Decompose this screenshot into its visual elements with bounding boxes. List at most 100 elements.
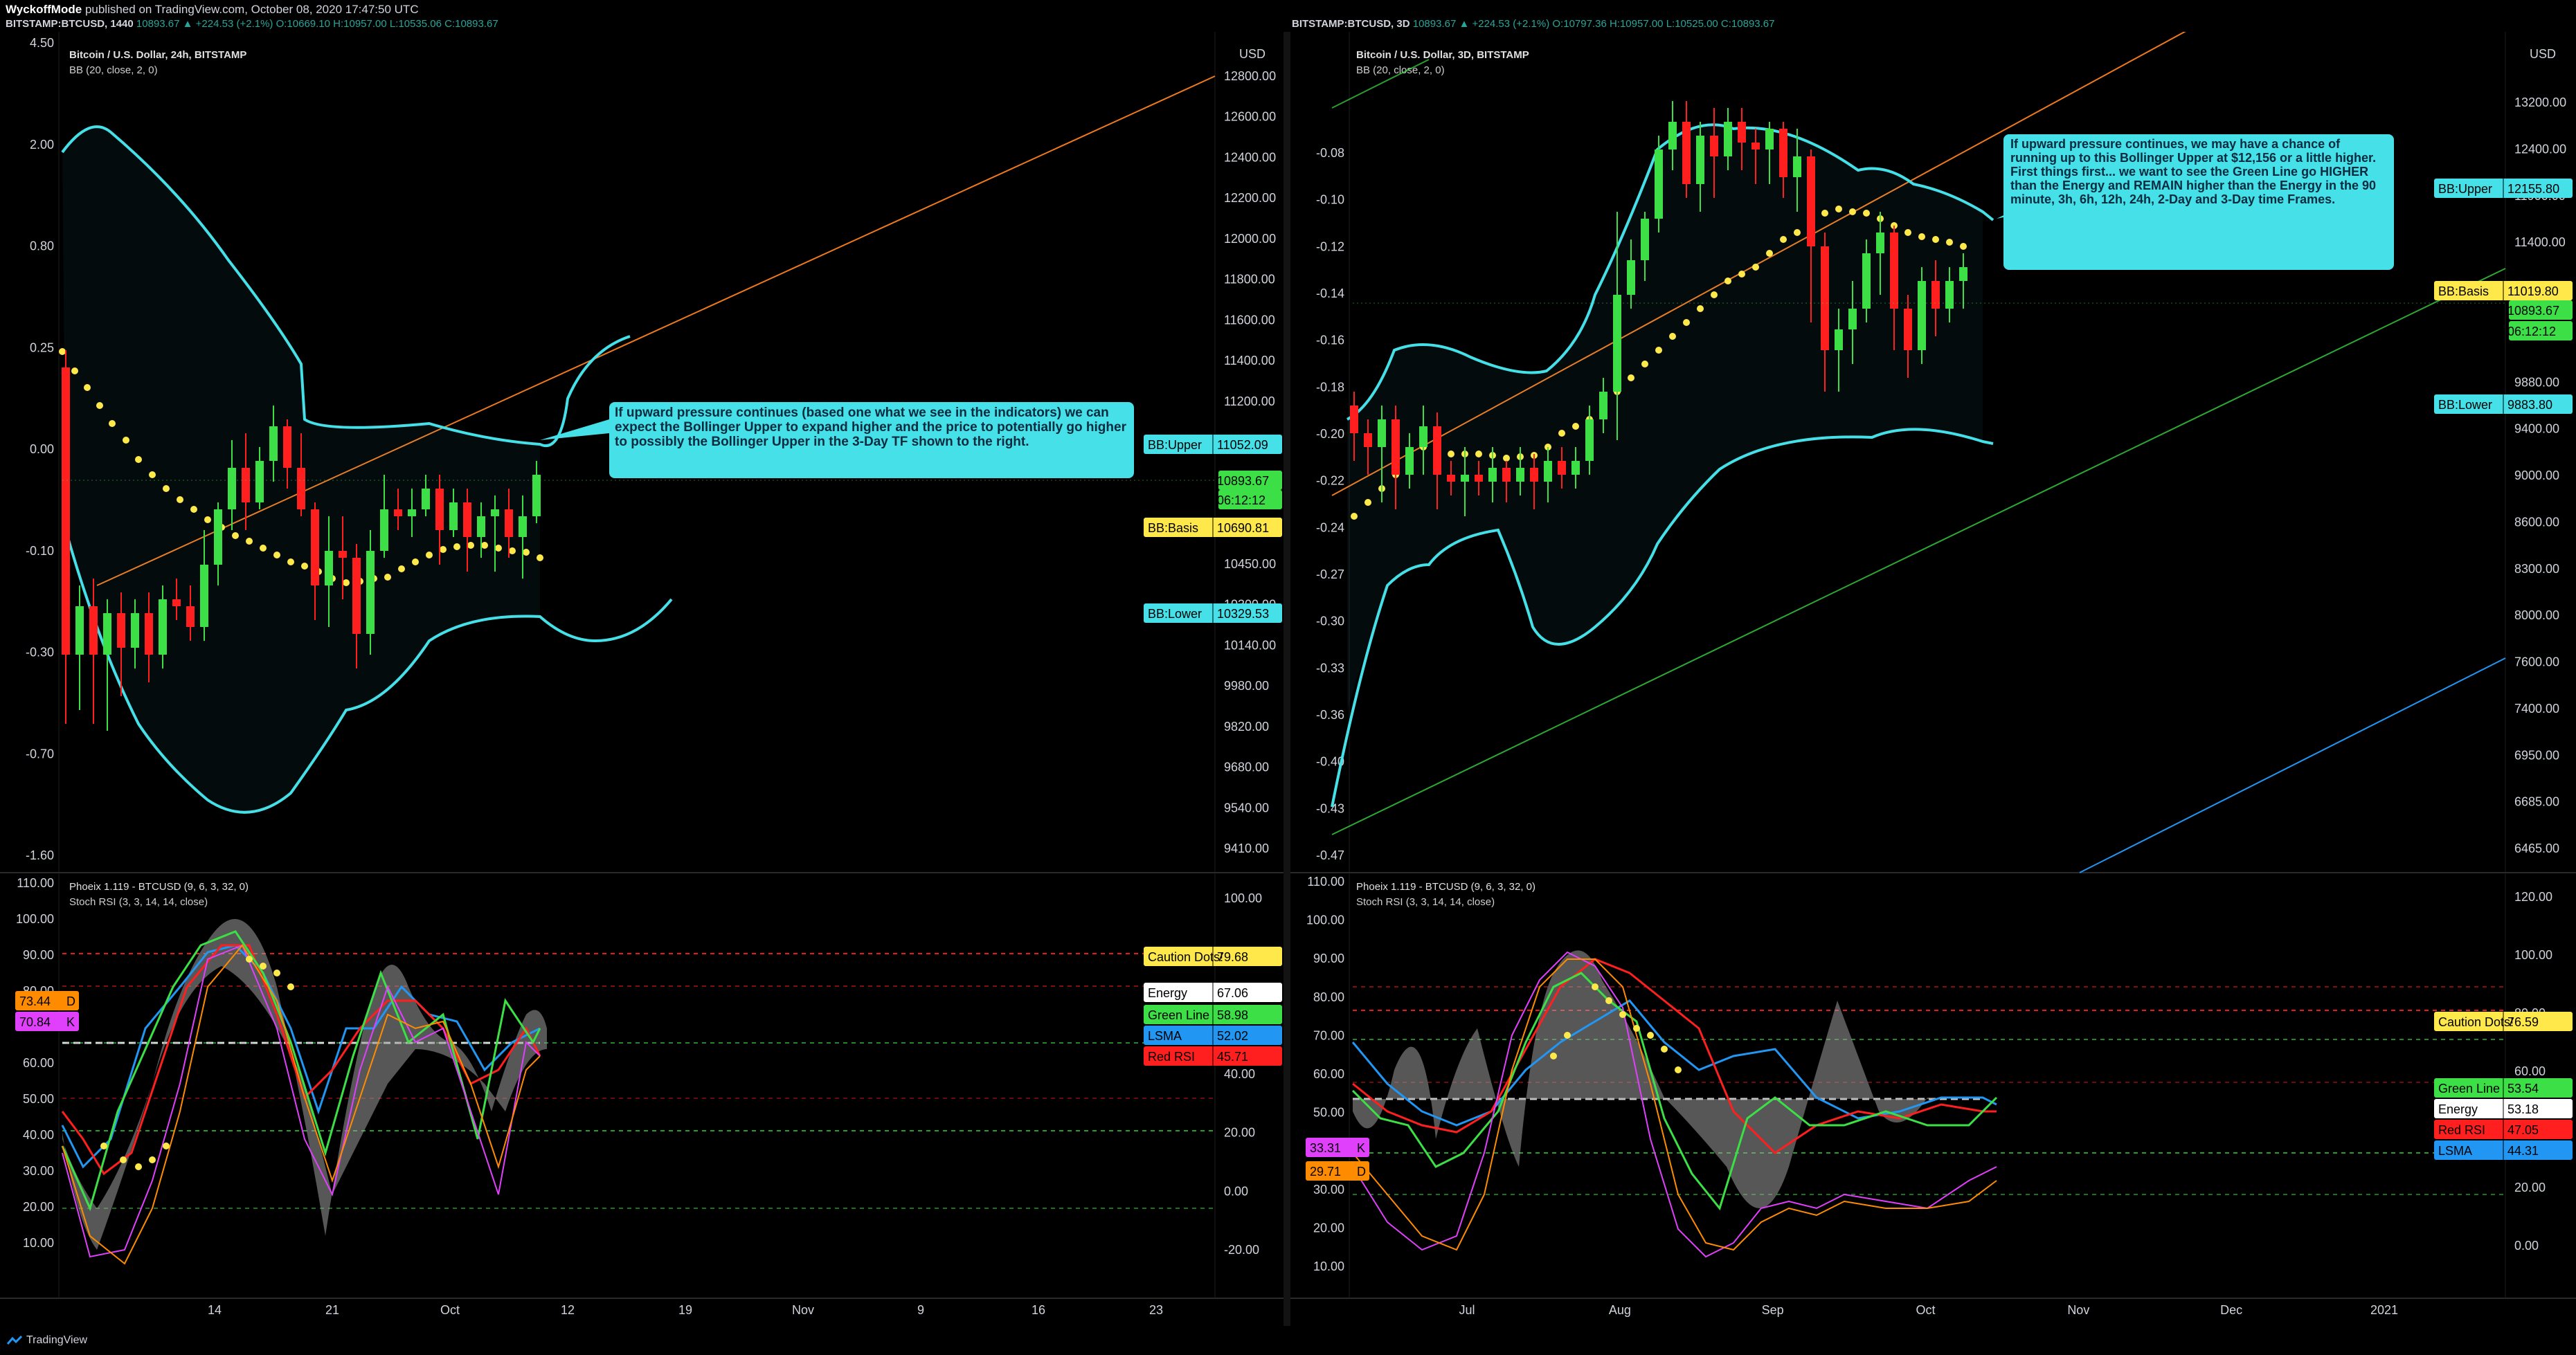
dk-letter: K bbox=[1357, 1141, 1365, 1155]
price-tick: 11400.00 bbox=[1224, 354, 1275, 367]
time-tick: Nov bbox=[2067, 1303, 2089, 1317]
candle[interactable] bbox=[75, 585, 84, 710]
ind-tick: 0.00 bbox=[2514, 1239, 2539, 1253]
basis-dot bbox=[1628, 374, 1634, 381]
left-symbol[interactable]: BITSTAMP:BTCUSD, 1440 bbox=[6, 18, 134, 30]
left-axis-tick: -0.20 bbox=[1316, 427, 1344, 441]
left-chart-panel[interactable]: Bitcoin / U.S. Dollar, 24h, BITSTAMP BB … bbox=[0, 32, 1284, 1326]
basis-dot bbox=[453, 543, 460, 550]
ind-tick: 110.00 bbox=[1307, 875, 1344, 889]
tradingview-brand[interactable]: TradingView bbox=[7, 1334, 87, 1347]
candle[interactable] bbox=[1918, 267, 1926, 364]
tag-value: 53.54 bbox=[2507, 1082, 2539, 1095]
right-energy-area bbox=[1353, 950, 1941, 1208]
price-tick: 12400.00 bbox=[2514, 142, 2566, 156]
right-leftaxis: -0.08 -0.10 -0.12 -0.14 -0.16 -0.18 -0.20 -0.22… bbox=[1316, 146, 1344, 862]
price-tick: 9880.00 bbox=[2514, 375, 2559, 389]
tag-label: BB:Lower bbox=[1148, 607, 1202, 621]
time-tick: 23 bbox=[1149, 1303, 1163, 1317]
basis-dot bbox=[1448, 451, 1454, 457]
right-ind-title[interactable]: Phoeix 1.119 - BTCUSD (9, 6, 3, 32, 0) bbox=[1356, 881, 1535, 893]
left-bb-legend[interactable]: BB (20, close, 2, 0) bbox=[69, 64, 158, 76]
tradingview-logo-icon bbox=[7, 1336, 22, 1345]
ind-tick: 0.00 bbox=[1224, 1184, 1248, 1198]
right-time-axis[interactable]: Jul Aug Sep Oct Nov Dec 2021 bbox=[1459, 1303, 2398, 1317]
right-annotation[interactable]: If upward pressure continues, we may hav… bbox=[2003, 134, 2394, 270]
basis-dot bbox=[1592, 983, 1598, 990]
time-tick: Oct bbox=[1916, 1303, 1935, 1317]
candle[interactable] bbox=[1655, 136, 1663, 233]
basis-dot bbox=[1780, 236, 1787, 243]
right-chart-panel[interactable]: Bitcoin / U.S. Dollar, 3D, BITSTAMP BB (… bbox=[1290, 32, 2576, 1326]
left-ind-title[interactable]: Phoeix 1.119 - BTCUSD (9, 6, 3, 32, 0) bbox=[69, 881, 249, 893]
left-axis-tick: -0.10 bbox=[1316, 193, 1344, 207]
basis-dot bbox=[1863, 210, 1870, 217]
left-price-axis[interactable]: 12800.00 12600.00 12400.00 12200.00 12000.00… bbox=[1224, 69, 1276, 855]
right-stoch-label[interactable]: Stoch RSI (3, 3, 14, 14, close) bbox=[1356, 896, 1495, 908]
left-annotation[interactable]: If upward pressure continues (based one … bbox=[609, 402, 1134, 478]
brand-text: TradingView bbox=[26, 1334, 88, 1346]
dk-letter: D bbox=[66, 994, 75, 1008]
basis-dot bbox=[59, 348, 66, 355]
basis-dot bbox=[287, 558, 294, 565]
left-axis-tick: -0.24 bbox=[1316, 520, 1344, 534]
dk-tag: 33.31 K bbox=[1306, 1138, 1369, 1157]
basis-dot bbox=[1655, 347, 1662, 354]
ind-tick: 20.00 bbox=[1313, 1221, 1344, 1235]
price-tick: 12200.00 bbox=[1224, 191, 1276, 205]
basis-dot bbox=[1633, 1025, 1640, 1032]
basis-dot bbox=[232, 532, 239, 539]
right-red-rsi-line bbox=[1352, 958, 1997, 1154]
time-tick: 9 bbox=[917, 1303, 924, 1317]
left-axis-tick: -0.27 bbox=[1316, 567, 1344, 581]
left-axis-tick: 0.80 bbox=[30, 239, 54, 253]
right-trendline-blue[interactable] bbox=[2079, 657, 2506, 873]
right-ind-left-axis: 110.00100.0090.0080.0070.0060.0050.0040.… bbox=[1306, 875, 1344, 1273]
tag-value: 52.02 bbox=[1217, 1029, 1248, 1043]
dk-tag: 70.84 K bbox=[15, 1012, 79, 1031]
price-tick: 11200.00 bbox=[1224, 394, 1275, 408]
time-tick: 16 bbox=[1032, 1303, 1045, 1317]
tag-value: 9883.80 bbox=[2507, 398, 2552, 412]
right-ohlc: 10893.67 ▲ +224.53 (+2.1%) O:10797.36 H:… bbox=[1412, 18, 1775, 30]
price-tag: 10893.67 bbox=[1217, 471, 1282, 490]
basis-dot bbox=[1641, 361, 1648, 367]
basis-dot bbox=[1647, 1032, 1654, 1039]
publish-info: published on TradingView.com, October 08… bbox=[84, 3, 419, 16]
basis-dot bbox=[1835, 206, 1842, 212]
right-currency: USD bbox=[2530, 47, 2556, 61]
candle[interactable] bbox=[1682, 101, 1691, 198]
left-currency: USD bbox=[1239, 47, 1266, 61]
candle[interactable] bbox=[62, 350, 70, 724]
ind-tick: 100.00 bbox=[2514, 948, 2552, 962]
right-price-axis[interactable]: 13200.0012400.0011900.0011400.0010800.00… bbox=[2514, 96, 2566, 855]
ind-tick: 90.00 bbox=[23, 948, 54, 962]
price-tick: 9980.00 bbox=[1224, 679, 1269, 693]
left-time-axis[interactable]: 14 21 Oct 12 19 Nov 9 16 23 bbox=[208, 1303, 1163, 1317]
basis-dot bbox=[481, 542, 488, 549]
price-tick: 6685.00 bbox=[2514, 795, 2559, 809]
tag-value: 45.71 bbox=[1217, 1050, 1248, 1064]
author-name[interactable]: WyckoffMode bbox=[6, 3, 82, 16]
price-tick: 12400.00 bbox=[1224, 150, 1276, 164]
price-tick: 10140.00 bbox=[1224, 638, 1276, 652]
price-tag: BB:Lower 9883.80 bbox=[2434, 394, 2573, 414]
right-bb-fill bbox=[1347, 125, 1983, 710]
basis-dot bbox=[1738, 271, 1745, 278]
basis-dot bbox=[1960, 243, 1967, 250]
candle[interactable] bbox=[103, 599, 111, 731]
left-axis-tick: -0.22 bbox=[1316, 474, 1344, 488]
tag-value: 53.18 bbox=[2507, 1102, 2539, 1116]
tag-label: LSMA bbox=[2438, 1144, 2472, 1158]
left-axis-tick: -1.60 bbox=[26, 848, 54, 862]
basis-dot bbox=[123, 437, 129, 444]
basis-dot bbox=[426, 552, 433, 558]
tag-label: Energy bbox=[2438, 1102, 2478, 1116]
left-price-tags: BB:Upper 11052.09 10893.67 06:12:12 BB:Basis… bbox=[1144, 435, 1282, 623]
ind-tick: 10.00 bbox=[1313, 1259, 1344, 1273]
basis-dot bbox=[84, 384, 91, 391]
price-tag: Red RSI 45.71 bbox=[1144, 1046, 1282, 1066]
dk-letter: K bbox=[66, 1015, 75, 1029]
left-stoch-label[interactable]: Stoch RSI (3, 3, 14, 14, close) bbox=[69, 896, 208, 908]
right-symbol[interactable]: BITSTAMP:BTCUSD, 3D bbox=[1292, 18, 1410, 30]
